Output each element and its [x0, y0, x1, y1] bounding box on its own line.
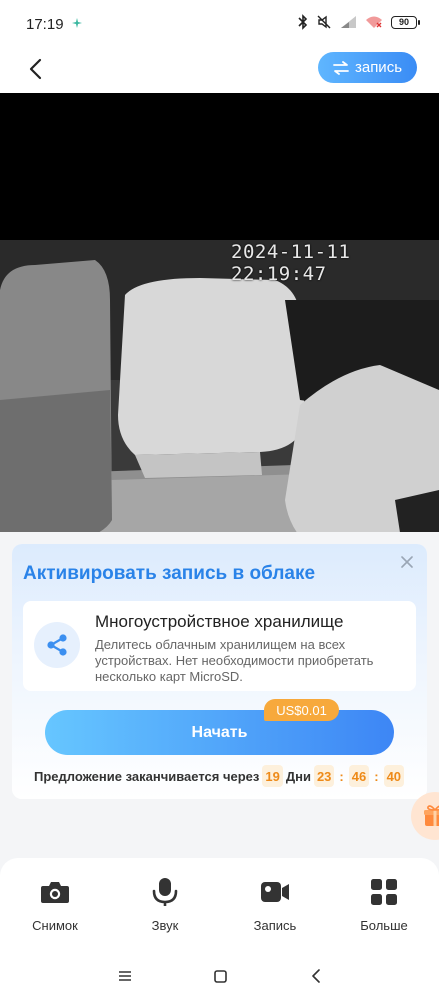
grid-icon [368, 876, 400, 908]
feature-box: Многоустройствное хранилище Делитесь обл… [23, 601, 416, 691]
battery-icon: 90 [391, 15, 420, 29]
top-bar: запись [0, 50, 439, 93]
card-title: Активировать запись в облаке [23, 563, 316, 584]
camera-timestamp: 2024-11-11 22:19:47 [231, 241, 351, 285]
mute-icon [317, 15, 331, 29]
record-toggle-label: запись [354, 59, 403, 76]
start-button-label: Начать [191, 723, 248, 741]
close-button[interactable] [399, 554, 415, 570]
camera-icon [39, 876, 71, 908]
price-badge: US$0.01 [264, 699, 339, 721]
triangle-back-icon [312, 969, 320, 983]
offer-prefix: Предложение заканчивается через [34, 768, 260, 784]
system-navigation-bar [0, 953, 439, 1000]
share-icon [47, 634, 67, 656]
signal-icon [341, 16, 356, 28]
status-time: 17:19 [26, 16, 64, 33]
audio-label: Звук [151, 918, 179, 933]
battery-level: 90 [398, 16, 409, 27]
offer-countdown: Предложение заканчивается через 19 Дни 2… [34, 765, 405, 787]
snapshot-label: Снимок [32, 918, 78, 933]
chevron-left-icon [29, 58, 42, 80]
countdown-separator: : [339, 768, 344, 784]
gift-button[interactable] [411, 792, 439, 840]
countdown-days: 19 [262, 765, 283, 787]
camera-feed[interactable]: 2024-11-11 22:19:47 [0, 93, 439, 532]
countdown-seconds: 40 [383, 765, 405, 787]
menu-icon [119, 971, 131, 981]
share-icon-circle [34, 622, 80, 668]
start-button[interactable]: Начать [45, 710, 394, 755]
status-bar: 17:19 90 [0, 0, 439, 50]
swap-arrows-icon [333, 60, 349, 75]
record-button[interactable]: Запись [230, 876, 320, 933]
countdown-separator: : [374, 768, 379, 784]
cloud-recording-card: Активировать запись в облаке Многоустрой… [12, 544, 427, 799]
app-notification-icon [72, 18, 82, 28]
record-label: Запись [253, 918, 297, 933]
back-button[interactable] [20, 54, 50, 84]
feature-description: Делитесь облачным хранилищем на всех уст… [95, 637, 374, 684]
snapshot-button[interactable]: Снимок [10, 876, 100, 933]
countdown-hours: 23 [313, 765, 335, 787]
recents-button[interactable] [114, 965, 136, 987]
gift-icon [424, 805, 439, 826]
audio-button[interactable]: Звук [120, 876, 210, 933]
countdown-minutes: 46 [348, 765, 370, 787]
wifi-icon [366, 16, 382, 28]
square-icon [213, 969, 227, 983]
feature-title: Многоустройствное хранилище [95, 612, 344, 631]
bluetooth-icon [298, 14, 308, 30]
record-toggle-button[interactable]: запись [318, 52, 417, 83]
countdown-days-label: Дни [285, 768, 311, 784]
price-label: US$0.01 [276, 702, 327, 718]
status-icons: 90 [298, 14, 420, 30]
system-back-button[interactable] [305, 965, 327, 987]
home-button[interactable] [209, 965, 231, 987]
video-icon [259, 876, 291, 908]
more-label: Больше [360, 918, 408, 933]
bottom-toolbar: Снимок Звук Запись Больше [0, 858, 439, 953]
close-icon [401, 556, 413, 568]
microphone-icon [149, 876, 181, 908]
more-button[interactable]: Больше [339, 876, 429, 933]
